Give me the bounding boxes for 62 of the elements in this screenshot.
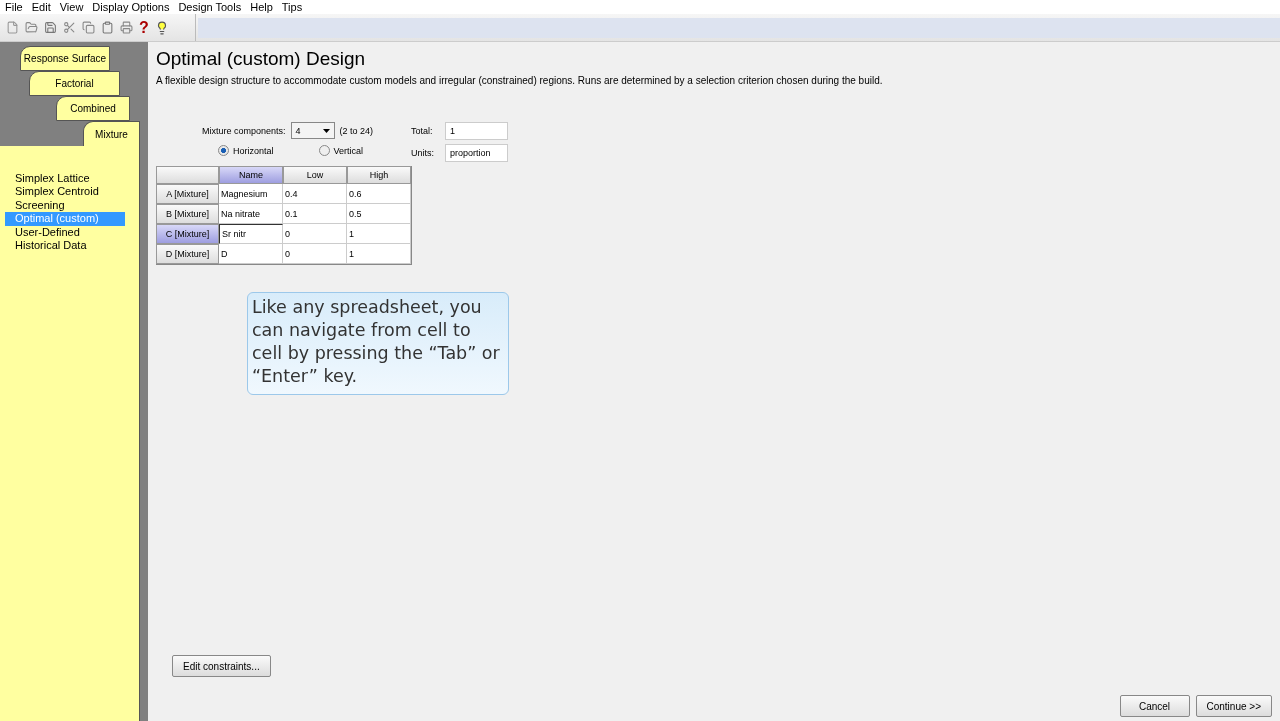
row-header[interactable]: A [Mixture] [156,184,219,204]
cut-icon[interactable] [63,21,76,34]
design-list-item[interactable]: Screening [0,198,125,213]
total-field[interactable]: 1 [445,122,509,140]
dialog-button[interactable]: Cancel [1119,695,1190,717]
units-label: Units: [411,148,436,158]
caret-icon [322,128,330,133]
design-tab[interactable]: Factorial [29,71,120,96]
row-header[interactable]: D [Mixture] [156,244,219,264]
design-list-item[interactable]: Simplex Lattice [0,172,125,186]
open-folder-icon[interactable] [25,21,38,34]
save-icon[interactable] [44,21,57,34]
tip-callout: Like any spreadsheet, you can navigate from cell to cell by pressing the “Tab” or “Enter” key. [247,292,509,395]
table-cell[interactable]: 0 [283,244,347,264]
table-cell[interactable]: 0.6 [347,184,411,204]
page-title: Optimal (custom) Design [156,48,367,70]
components-dropdown[interactable]: 4 [290,122,335,139]
design-tab[interactable]: Mixture [83,121,140,146]
column-header[interactable]: Low [283,166,347,184]
copy-icon[interactable] [82,21,95,34]
radio-button[interactable] [218,145,229,156]
design-tab[interactable]: Response Surface [20,46,110,71]
radio-label: Horizontal [233,145,274,156]
table-corner [156,166,219,184]
table-cell[interactable]: Sr nitr [219,224,283,244]
column-header[interactable]: High [347,166,411,184]
range-text: (2 to 24) [339,125,374,136]
design-list-item[interactable]: Historical Data [0,239,125,253]
row-header[interactable]: C [Mixture] [156,224,219,244]
components-label: Mixture components: [202,125,286,136]
dialog-button[interactable]: Continue >> [1195,695,1272,717]
table-cell[interactable]: 0.1 [283,204,347,224]
total-label: Total: [411,126,434,136]
table-cell[interactable]: 1 [347,224,411,244]
menu-item[interactable]: Display Options [92,1,176,13]
units-field[interactable]: proportion [445,144,509,162]
table-cell[interactable]: Magnesium [219,184,283,204]
design-list-item[interactable]: User-Defined [0,225,125,240]
menu-item[interactable]: Tips [281,1,309,13]
column-header[interactable]: Name [219,166,283,184]
row-header[interactable]: B [Mixture] [156,204,219,224]
table-cell[interactable]: 0.5 [347,204,411,224]
menu-item[interactable]: File [5,1,29,13]
table-cell[interactable]: 0 [283,224,347,244]
menu-item[interactable]: Help [250,1,279,13]
table-cell[interactable]: 0.4 [283,184,347,204]
radio-button[interactable] [318,145,330,156]
new-file-icon[interactable] [6,21,19,34]
menu-item[interactable]: Edit [31,1,57,13]
design-list-item[interactable]: Simplex Centroid [0,185,125,199]
edit-constraints-button[interactable]: Edit constraints... [172,655,271,677]
table-cell[interactable]: 1 [347,244,411,264]
menu-item[interactable]: View [59,1,90,13]
table-cell[interactable]: D [219,244,283,264]
print-icon[interactable] [120,21,133,34]
menu-item[interactable]: Design Tools [178,1,248,13]
description-text: A flexible design structure to accommodate custom models and irregular (constrained) regions. Runs are determined by a selection criterion chosen during the build. [156,75,884,86]
paste-icon[interactable] [101,21,114,34]
table-cell[interactable]: Na nitrate [219,204,283,224]
radio-label: Vertical [333,145,364,156]
help-icon[interactable]: ? [139,19,149,36]
design-tab[interactable]: Combined [56,96,130,121]
